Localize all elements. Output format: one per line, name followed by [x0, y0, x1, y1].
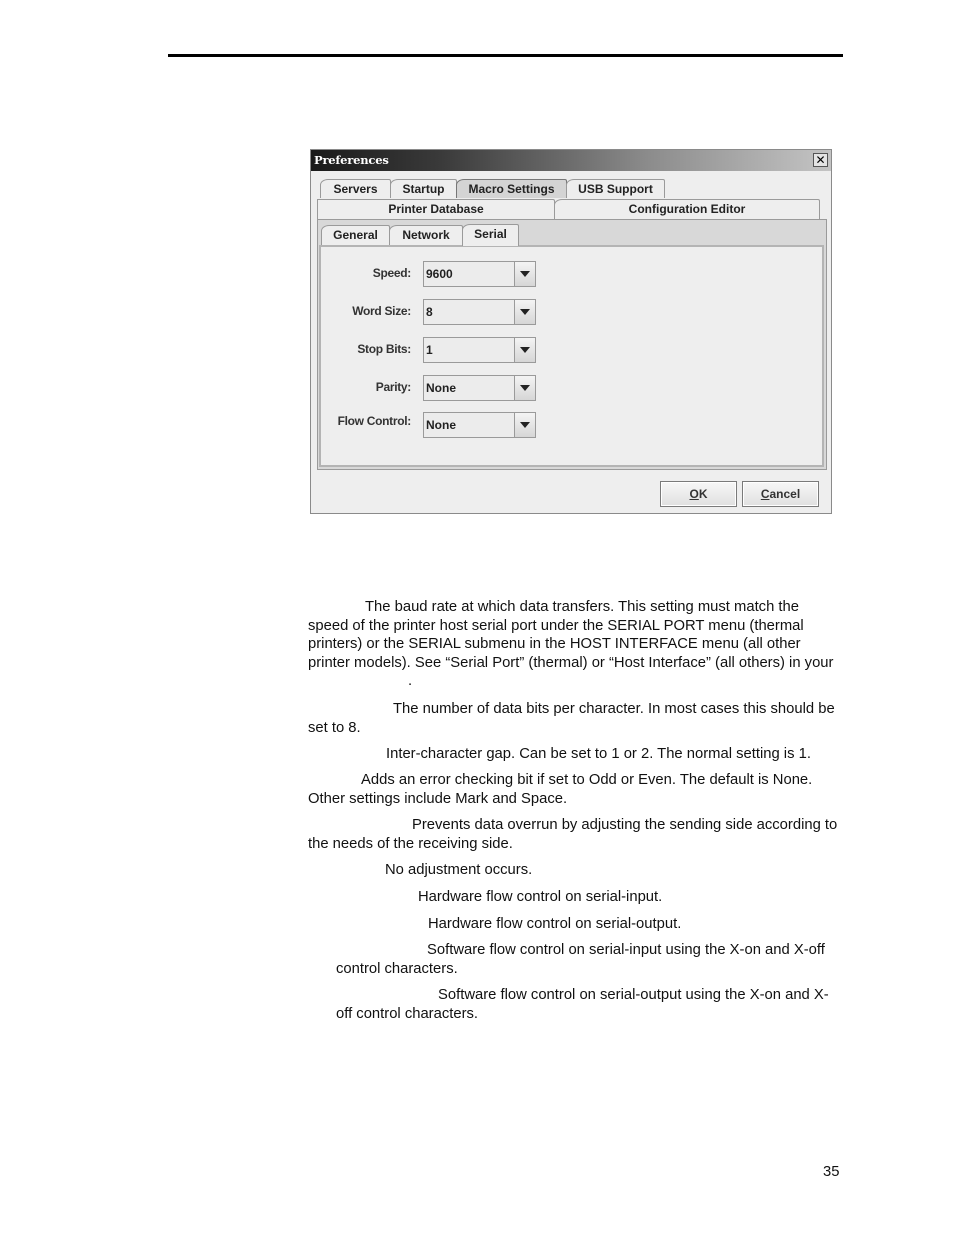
flow-none-description-text: No adjustment occurs. — [385, 862, 533, 878]
flow-control-label: Flow Control: — [337, 414, 412, 428]
tab-label: Serial — [474, 227, 507, 241]
flow-hw-output-description-text: Hardware flow control on serial-output. — [428, 916, 682, 932]
parity-value: None — [426, 381, 456, 395]
tab-macro-settings[interactable]: Macro Settings — [456, 179, 567, 198]
stop-bits-dropdown-button[interactable] — [514, 338, 535, 362]
tab-printer-database[interactable]: Printer Database — [317, 199, 555, 219]
parity-description: Adds an error checking bit if set to Odd… — [308, 771, 840, 808]
speed-dropdown-button[interactable] — [514, 262, 535, 286]
flow-hw-input-description-text: Hardware flow control on serial-input. — [418, 889, 663, 905]
chevron-down-icon — [520, 422, 530, 428]
chevron-down-icon — [520, 309, 530, 315]
dialog-titlebar[interactable]: Preferences ✕ — [311, 150, 831, 171]
speed-select[interactable]: 9600 — [423, 261, 536, 287]
parity-select[interactable]: None — [423, 375, 536, 401]
tab-label: Configuration Editor — [628, 202, 746, 216]
tab-label: Startup — [402, 182, 445, 196]
tab-configuration-editor[interactable]: Configuration Editor — [554, 199, 820, 219]
subtab-general[interactable]: General — [321, 225, 390, 245]
flow-sw-output-description: Software flow control on serial-output u… — [336, 986, 840, 1023]
speed-value: 9600 — [426, 267, 453, 281]
flow-control-description-text: Prevents data overrun by adjusting the s… — [308, 817, 838, 852]
parity-dropdown-button[interactable] — [514, 376, 535, 400]
flow-control-dropdown-button[interactable] — [514, 413, 535, 437]
flow-sw-input-description-text: Software flow control on serial-input us… — [336, 942, 825, 977]
tab-label: Network — [402, 228, 450, 242]
stop-bits-value: 1 — [426, 343, 433, 357]
speed-description: The baud rate at which data transfers. T… — [308, 598, 840, 691]
dialog-title: Preferences — [314, 153, 389, 167]
tab-label: Servers — [333, 182, 378, 196]
stop-bits-select[interactable]: 1 — [423, 337, 536, 363]
word-size-dropdown-button[interactable] — [514, 300, 535, 324]
ok-label-rest: K — [698, 487, 708, 501]
stop-bits-description: Inter-character gap. Can be set to 1 or … — [308, 745, 840, 764]
flow-sw-output-description-text: Software flow control on serial-output u… — [336, 987, 829, 1022]
flow-none-description: No adjustment occurs. — [308, 861, 840, 880]
chevron-down-icon — [520, 271, 530, 277]
word-size-select[interactable]: 8 — [423, 299, 536, 325]
flow-hw-output-description: Hardware flow control on serial-output. — [308, 915, 840, 934]
stop-bits-label: Stop Bits: — [357, 342, 411, 356]
flow-hw-input-description: Hardware flow control on serial-input. — [308, 888, 840, 907]
word-size-label: Word Size: — [352, 304, 411, 318]
header-rule — [168, 54, 843, 57]
close-button[interactable]: ✕ — [813, 153, 828, 167]
parity-label: Parity: — [375, 380, 412, 394]
tab-label: Printer Database — [388, 202, 484, 216]
stop-bits-description-text: Inter-character gap. Can be set to 1 or … — [386, 746, 811, 762]
ok-button[interactable]: OK — [660, 481, 737, 507]
speed-description-text: The baud rate at which data transfers. T… — [308, 599, 834, 671]
word-size-value: 8 — [426, 305, 433, 319]
tab-label: General — [333, 228, 378, 242]
chevron-down-icon — [520, 385, 530, 391]
cancel-label-rest: ancel — [769, 487, 801, 501]
tab-label: Macro Settings — [468, 182, 555, 196]
tab-startup[interactable]: Startup — [390, 179, 457, 198]
tab-label: USB Support — [578, 182, 653, 196]
tab-servers[interactable]: Servers — [320, 179, 391, 198]
parity-description-text: Adds an error checking bit if set to Odd… — [308, 772, 813, 807]
subtab-serial[interactable]: Serial — [462, 224, 519, 246]
speed-label: Speed: — [372, 266, 412, 280]
subtab-network[interactable]: Network — [389, 225, 463, 245]
page-number: 35 — [823, 1164, 840, 1180]
tab-usb-support[interactable]: USB Support — [566, 179, 665, 198]
word-size-description-text: The number of data bits per character. I… — [308, 701, 835, 736]
word-size-description: The number of data bits per character. I… — [308, 700, 840, 737]
flow-sw-input-description: Software flow control on serial-input us… — [336, 941, 840, 978]
cancel-button[interactable]: Cancel — [742, 481, 819, 507]
flow-control-value: None — [426, 418, 456, 432]
speed-description-tail: . — [408, 673, 413, 689]
chevron-down-icon — [520, 347, 530, 353]
flow-control-select[interactable]: None — [423, 412, 536, 438]
ok-mnemonic: O — [689, 487, 699, 501]
close-icon: ✕ — [815, 153, 826, 167]
flow-control-description: Prevents data overrun by adjusting the s… — [308, 816, 840, 853]
